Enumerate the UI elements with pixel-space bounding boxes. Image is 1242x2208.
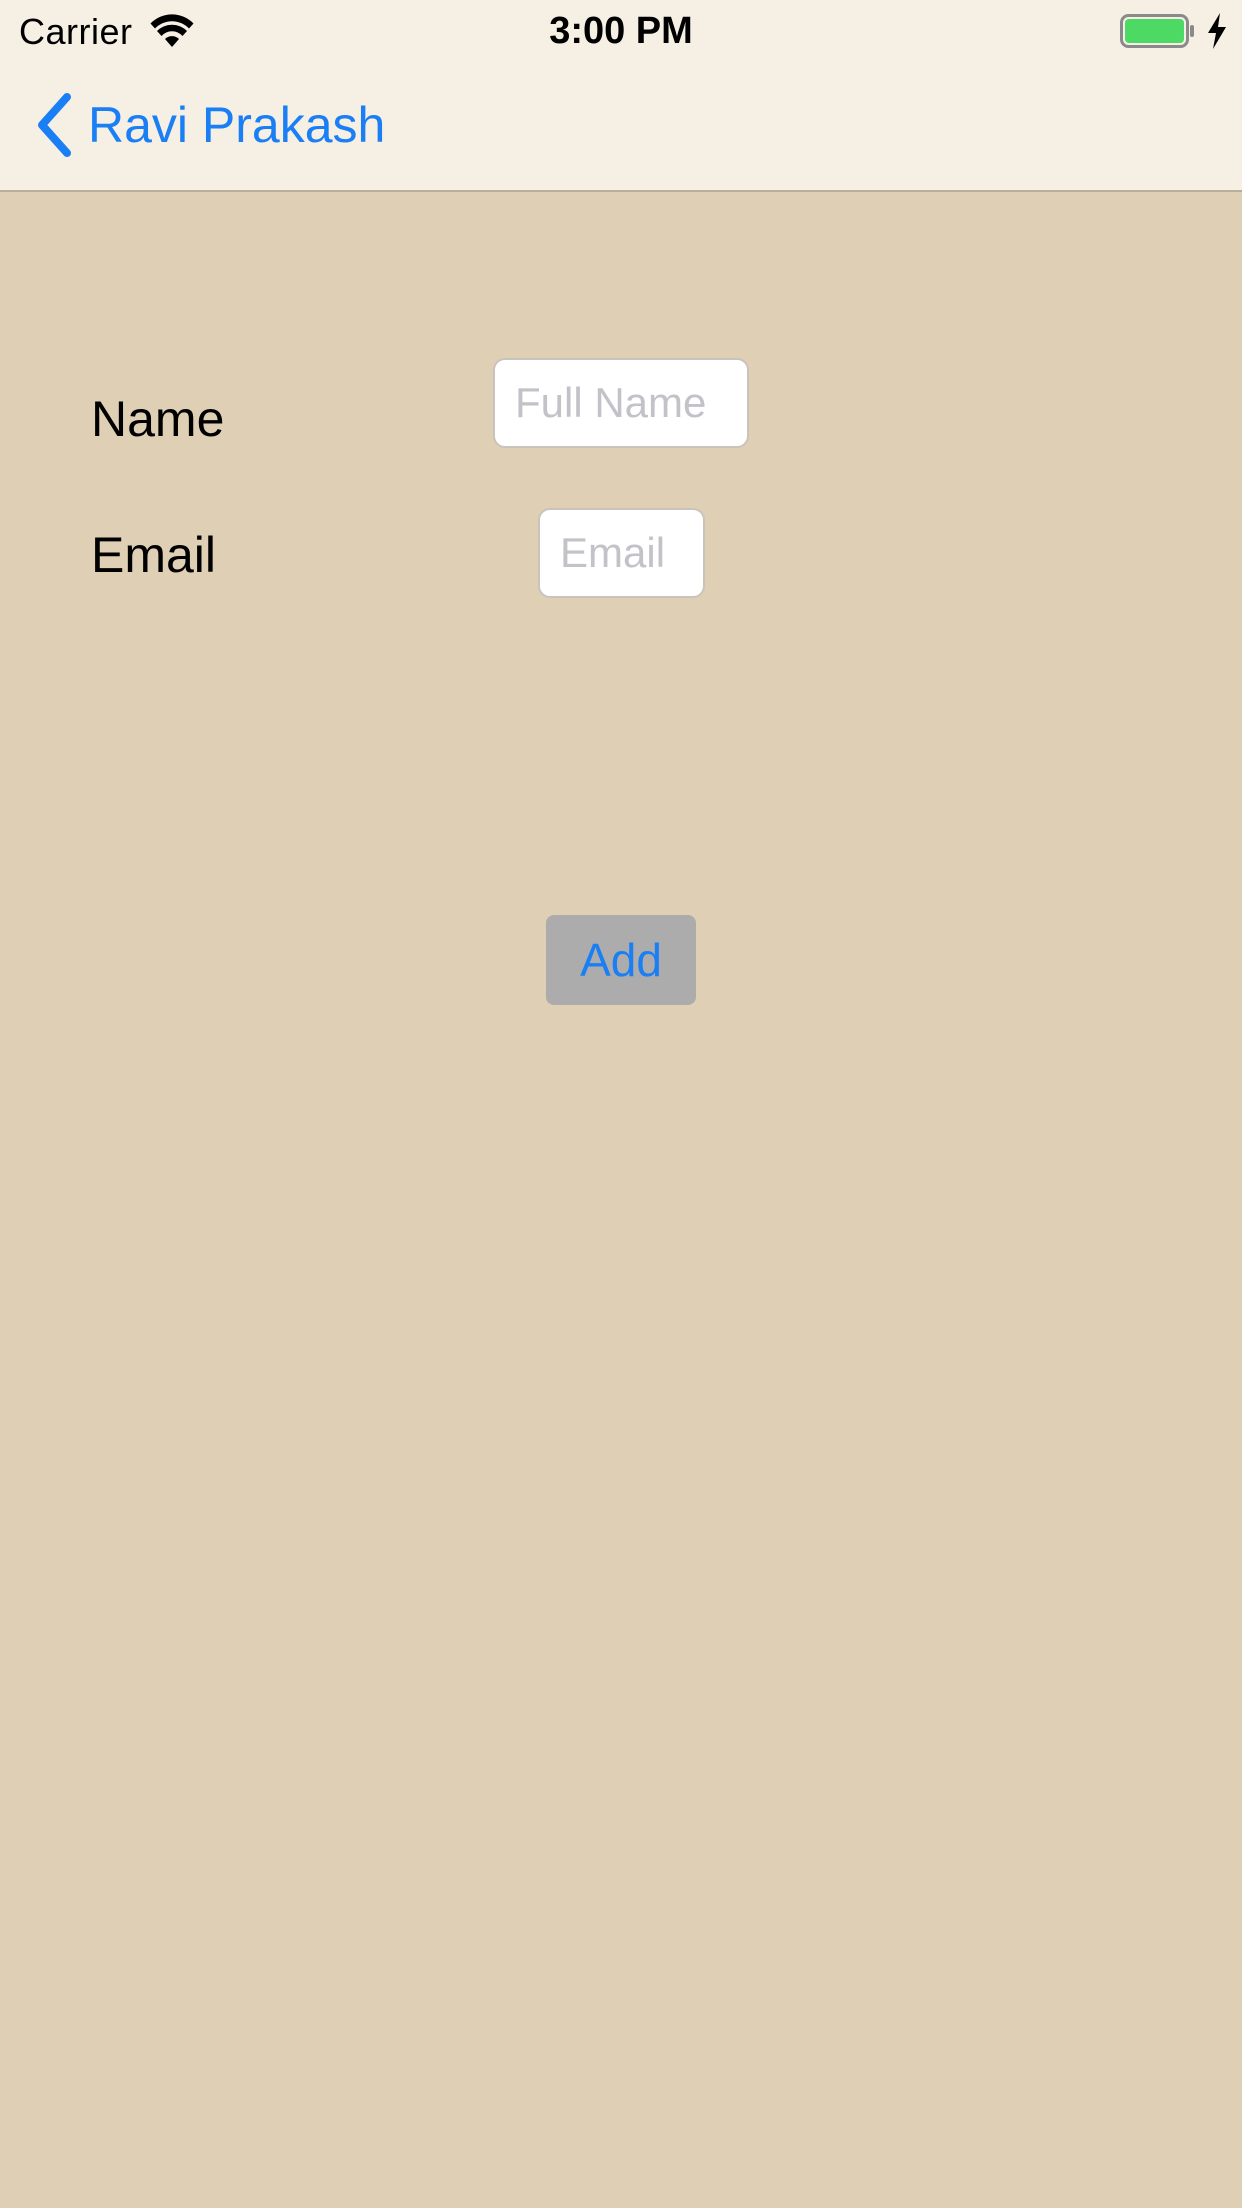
battery-fill xyxy=(1125,19,1184,43)
charging-bolt-icon xyxy=(1208,13,1226,49)
chevron-left-icon xyxy=(38,93,71,157)
navigation-header: Carrier 3:00 PM Ravi Prakash xyxy=(0,0,1242,192)
status-bar: Carrier 3:00 PM xyxy=(0,0,1242,62)
full-name-input[interactable] xyxy=(493,358,749,448)
back-button-label: Ravi Prakash xyxy=(88,97,386,153)
back-button[interactable]: Ravi Prakash xyxy=(34,90,385,160)
battery-icon xyxy=(1120,14,1194,48)
email-input[interactable] xyxy=(538,508,705,598)
add-button[interactable]: Add xyxy=(546,915,696,1005)
status-time: 3:00 PM xyxy=(549,10,693,52)
email-label: Email xyxy=(91,527,217,583)
name-label: Name xyxy=(91,391,225,447)
